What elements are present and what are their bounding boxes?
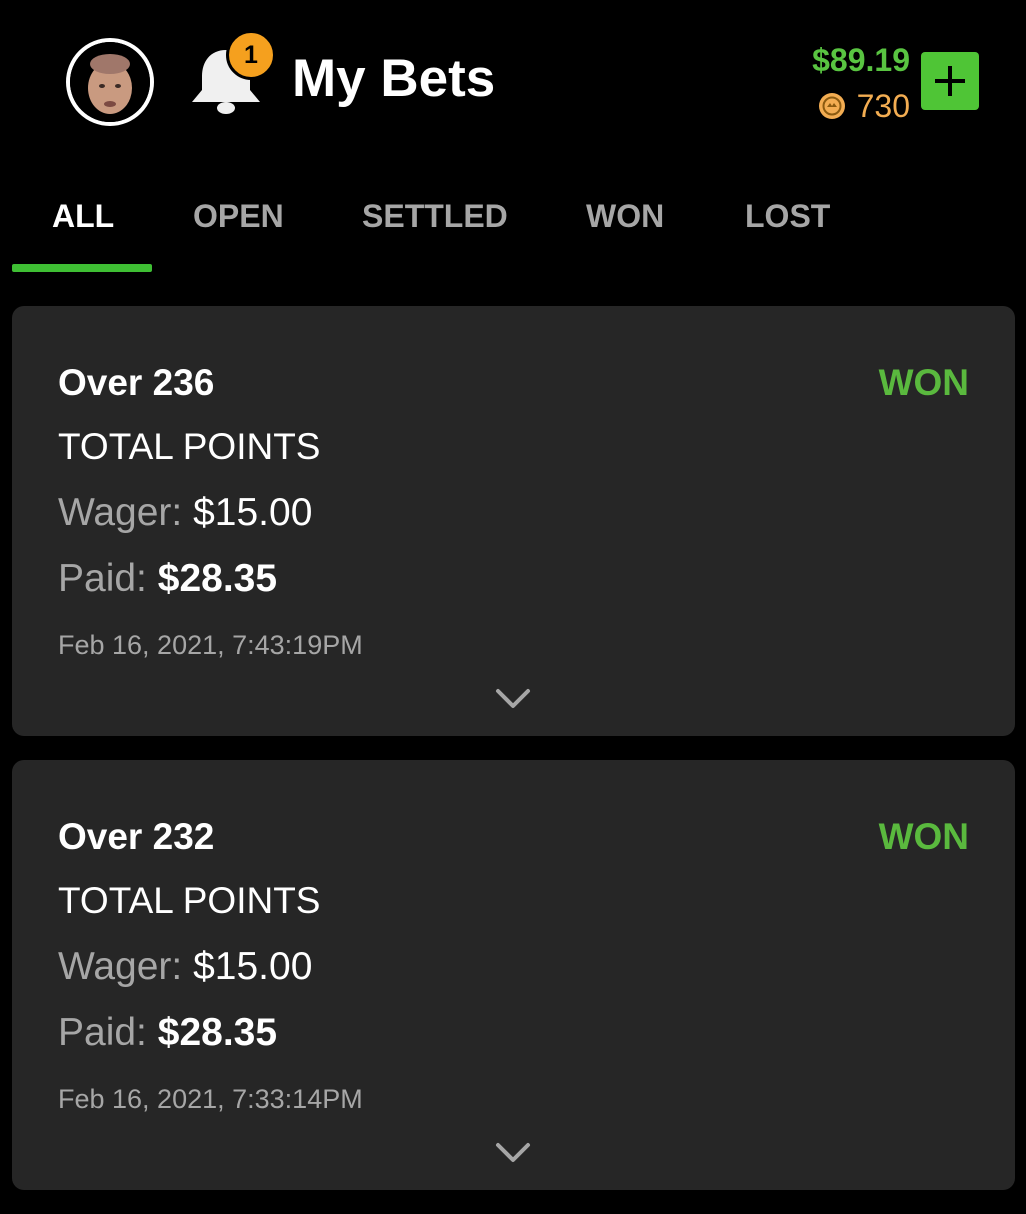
plus-icon	[935, 66, 965, 96]
wager-label: Wager:	[58, 491, 183, 534]
app-header: 1 My Bets $89.19 730	[0, 0, 1026, 170]
coin-count: 730	[856, 88, 910, 124]
bet-paid: Paid: $28.35	[58, 559, 277, 598]
bet-wager: Wager: $15.00	[58, 947, 312, 986]
expand-bet-button[interactable]	[494, 1140, 532, 1166]
notification-count-badge: 1	[226, 30, 276, 80]
chevron-down-icon	[496, 1143, 530, 1162]
bet-list: Over 236 WON TOTAL POINTS Wager: $15.00 …	[12, 306, 1015, 1214]
tab-won[interactable]: WON	[586, 200, 664, 232]
active-tab-indicator	[12, 264, 152, 272]
chevron-down-icon	[496, 689, 530, 708]
bet-status-badge: WON	[878, 816, 969, 857]
wager-label: Wager:	[58, 945, 183, 988]
add-funds-button[interactable]	[921, 52, 979, 110]
bet-paid: Paid: $28.35	[58, 1013, 277, 1052]
page-title: My Bets	[292, 49, 496, 108]
bet-card[interactable]: Over 232 WON TOTAL POINTS Wager: $15.00 …	[12, 760, 1015, 1190]
avatar-photo-icon	[70, 42, 150, 122]
paid-amount: $28.35	[157, 557, 278, 600]
tab-all[interactable]: ALL	[52, 200, 114, 232]
bet-market: TOTAL POINTS	[58, 426, 321, 467]
coin-icon	[818, 93, 845, 119]
paid-label: Paid:	[58, 1011, 147, 1054]
bet-timestamp: Feb 16, 2021, 7:33:14PM	[58, 1084, 363, 1114]
bet-card[interactable]: Over 236 WON TOTAL POINTS Wager: $15.00 …	[12, 306, 1015, 736]
bet-wager: Wager: $15.00	[58, 493, 312, 532]
bet-timestamp: Feb 16, 2021, 7:43:19PM	[58, 630, 363, 660]
tab-settled[interactable]: SETTLED	[362, 200, 508, 232]
tab-lost[interactable]: LOST	[745, 200, 830, 232]
bet-filter-tabs: ALL OPEN SETTLED WON LOST	[0, 170, 1026, 272]
coin-balance: 730	[817, 90, 910, 122]
bet-selection: Over 232	[58, 816, 215, 857]
account-balance: $89.19	[812, 42, 910, 78]
user-avatar[interactable]	[66, 38, 154, 126]
bet-status-badge: WON	[878, 362, 969, 403]
wager-amount: $15.00	[193, 491, 313, 534]
wager-amount: $15.00	[193, 945, 313, 988]
paid-label: Paid:	[58, 557, 147, 600]
tab-open[interactable]: OPEN	[193, 200, 284, 232]
expand-bet-button[interactable]	[494, 686, 532, 712]
paid-amount: $28.35	[157, 1011, 278, 1054]
bet-market: TOTAL POINTS	[58, 880, 321, 921]
bet-selection: Over 236	[58, 362, 215, 403]
